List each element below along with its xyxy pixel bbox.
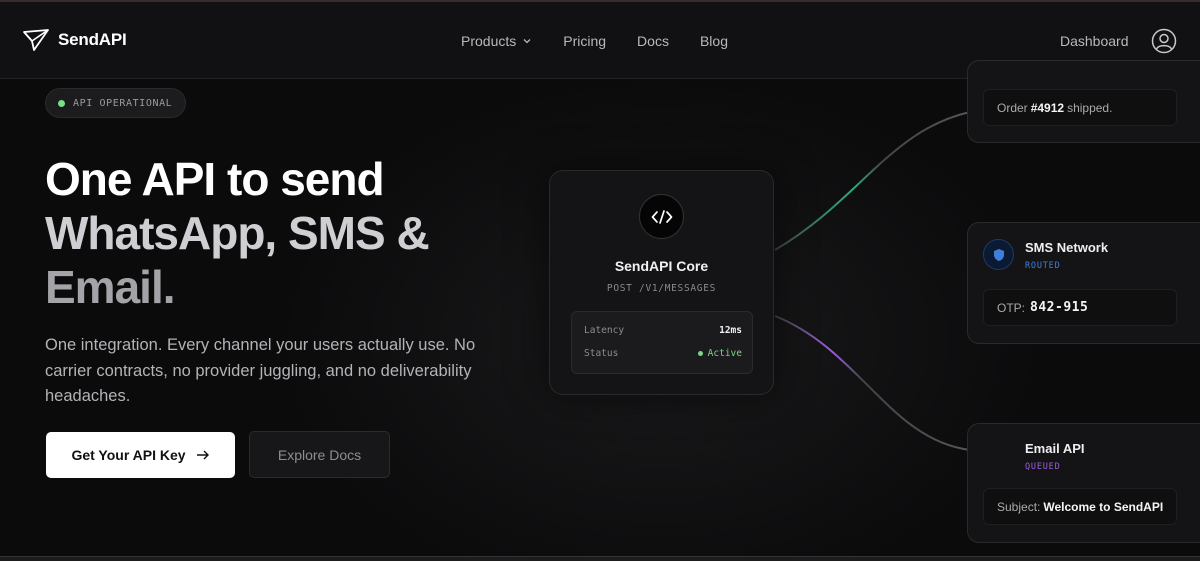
latency-row: Latency 12ms (584, 325, 742, 336)
nav-item-blog[interactable]: Blog (700, 33, 728, 49)
status-row: Status Active (584, 348, 742, 359)
sms-card: SMS Network ROUTED OTP: 842-915 (967, 222, 1200, 344)
code-icon (639, 194, 684, 239)
status-text: Active (707, 348, 742, 359)
button-label: Get Your API Key (71, 447, 186, 463)
explore-docs-button[interactable]: Explore Docs (249, 431, 390, 478)
status-label: API OPERATIONAL (73, 97, 173, 109)
subject-value: Welcome to SendAPI (1043, 499, 1164, 514)
core-stats-panel: Latency 12ms Status Active (571, 311, 753, 374)
order-suffix: shipped. (1067, 100, 1113, 115)
email-card: Email API QUEUED Subject: Welcome to Sen… (967, 423, 1200, 543)
whatsapp-card: Order #4912 shipped. (967, 60, 1200, 143)
latency-value: 12ms (719, 325, 742, 336)
order-prefix: Order (997, 100, 1028, 115)
bottom-divider (0, 556, 1200, 561)
active-dot (697, 351, 703, 356)
email-status: QUEUED (1025, 462, 1061, 472)
sms-title: SMS Network (1025, 240, 1109, 255)
brand-name: SendAPI (58, 30, 127, 49)
shield-icon (983, 239, 1014, 270)
user-icon[interactable] (1151, 28, 1177, 54)
sms-status: ROUTED (1025, 261, 1061, 271)
status-dot (58, 99, 65, 107)
paper-plane-icon (23, 29, 49, 51)
headline-line-2: WhatsApp, SMS & (45, 207, 430, 259)
order-message: Order #4912 shipped. (983, 89, 1177, 126)
core-endpoint: POST /V1/MESSAGES (606, 283, 717, 294)
main-nav: Products Pricing Docs Blog (461, 33, 728, 49)
nav-item-label: Products (461, 33, 517, 49)
subject-label: Subject: (997, 499, 1041, 514)
order-number: #4912 (1030, 100, 1065, 115)
core-title: SendAPI Core (614, 258, 709, 274)
hero-description: One integration. Every channel your user… (45, 336, 476, 405)
nav-item-products[interactable]: Products (461, 33, 532, 49)
status-label: Status (584, 348, 619, 359)
dashboard-link[interactable]: Dashboard (1060, 33, 1129, 49)
otp-value: 842-915 (1030, 300, 1089, 315)
nav-item-pricing[interactable]: Pricing (563, 33, 606, 49)
email-subject: Subject: Welcome to SendAPI (983, 488, 1177, 525)
arrow-right-icon (196, 450, 209, 460)
otp-message: OTP: 842-915 (983, 289, 1177, 326)
headline-line-3: Email. (45, 261, 176, 313)
status-value: Active (697, 348, 742, 359)
email-title: Email API (1025, 441, 1085, 456)
nav-item-docs[interactable]: Docs (637, 33, 669, 49)
chevron-down-icon (523, 39, 531, 44)
get-api-key-button[interactable]: Get Your API Key (46, 432, 235, 478)
status-badge: API OPERATIONAL (45, 88, 187, 118)
headline-line-1: One API to send (45, 153, 385, 205)
page-title: One API to send WhatsApp, SMS & Email. (45, 152, 430, 314)
otp-label: OTP: (997, 300, 1026, 315)
core-card: SendAPI Core POST /V1/MESSAGES Latency 1… (549, 170, 774, 395)
latency-label: Latency (584, 325, 625, 336)
brand-logo[interactable]: SendAPI (22, 28, 127, 52)
